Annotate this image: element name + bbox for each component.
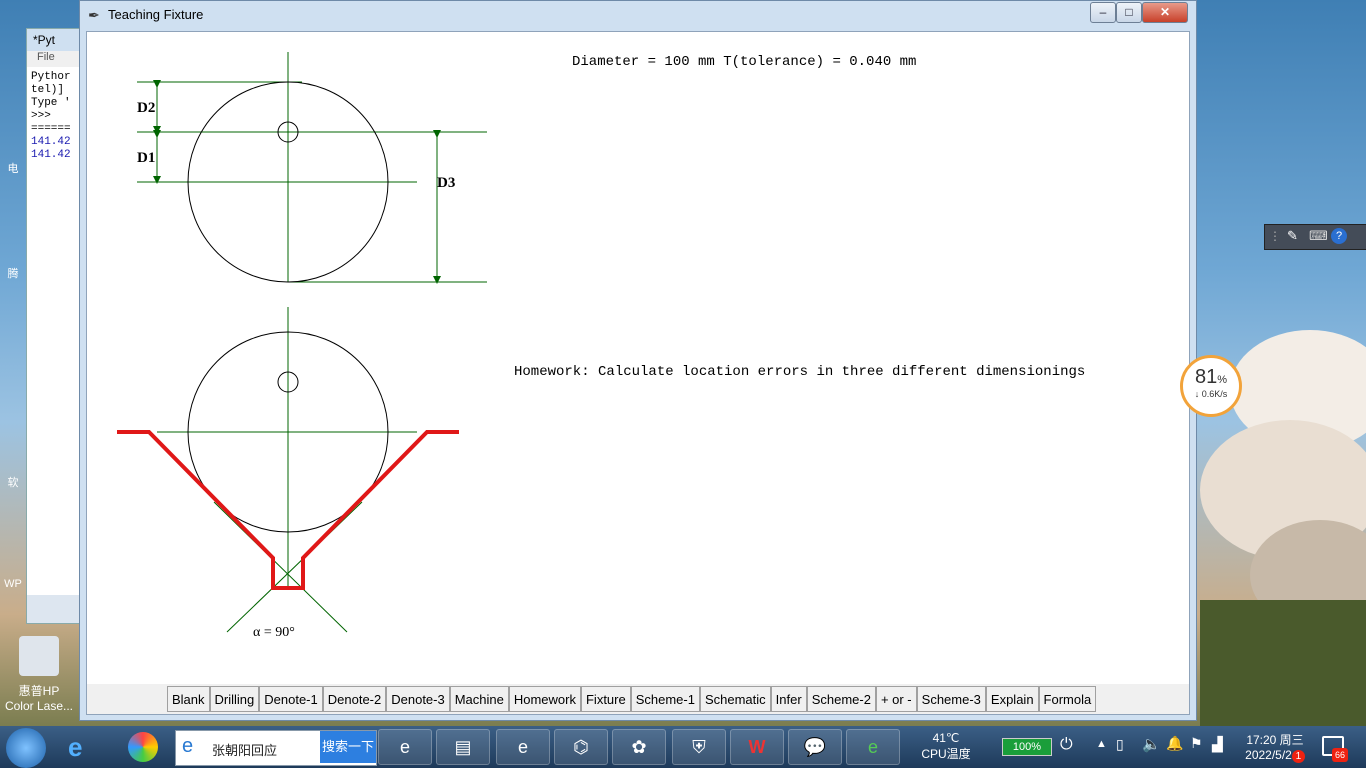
wechat-icon[interactable]: 💬 [788,729,842,765]
button-row: Blank Drilling Denote-1 Denote-2 Denote-… [167,686,1097,712]
scheme-1-button[interactable]: Scheme-1 [630,686,700,712]
note-icon[interactable]: ✎ [1287,228,1298,244]
scheme-2-button[interactable]: Scheme-2 [806,686,876,712]
paint-icon[interactable]: ✿ [612,729,666,765]
window-title: Teaching Fixture [108,7,204,22]
ie-pinned-icon[interactable]: e [378,729,432,765]
cpu-temp-value: 41℃ [932,731,960,745]
desktop-icon-label[interactable]: 软 [0,474,26,490]
close-button[interactable]: ✕ [1142,2,1188,23]
shell-output[interactable]: Pythor tel)] Type ' >>> ====== 141.42 14… [27,67,83,595]
python-icon[interactable]: ⌬ [554,729,608,765]
drilling-button[interactable]: Drilling [209,686,260,712]
start-button[interactable] [6,728,46,768]
fixture-drawing: D2 D1 D3 α = 90° [117,52,487,640]
feather-icon: ✒ [88,7,100,23]
homework-button[interactable]: Homework [508,686,581,712]
help-icon[interactable]: ? [1331,228,1347,244]
gauge-rate: ↓ 0.6K/s [1194,389,1228,399]
v-extension-left [226,501,363,633]
tray-usb-icon[interactable]: ▯ [1116,736,1124,753]
plus-or-minus-button[interactable]: + or - [875,686,917,712]
search-button[interactable]: 搜索一下 [320,731,376,763]
taskbar: e e 张朝阳回应 搜索一下 e ▤ e ⌬ ✿ ⛨ W 💬 e 41℃ CPU… [0,726,1366,768]
printer-label-1: 惠普HP [18,684,60,698]
formola-button[interactable]: Formola [1038,686,1097,712]
schematic-button[interactable]: Schematic [699,686,771,712]
desktop-icon-label[interactable]: 电 [0,160,26,176]
date-badge: 1 [1291,750,1305,763]
cpu-temp[interactable]: 41℃ CPU温度 [916,731,976,762]
label-d3: D3 [437,175,455,191]
homework-text: Homework: Calculate location errors in t… [514,364,1086,380]
label-d1: D1 [137,150,155,166]
power-plug-icon[interactable]: ⏻ [1060,736,1073,754]
fixture-button[interactable]: Fixture [580,686,631,712]
tray-expand-icon[interactable]: ▲ [1096,738,1107,750]
blank-button[interactable]: Blank [167,686,210,712]
search-engine-icon: e [182,735,194,757]
denote-3-button[interactable]: Denote-3 [386,686,450,712]
label-d2: D2 [137,100,155,116]
desktop-icon-label[interactable]: 腾 [0,265,26,281]
drawing-canvas[interactable]: D2 D1 D3 α = 90° Diameter = 100 mm T(tol… [86,31,1190,715]
machine-button[interactable]: Machine [449,686,509,712]
keyboard-icon[interactable]: ⌨ [1309,228,1328,244]
bell-icon[interactable]: 🔔 [1166,735,1183,752]
clock-date: 2022/5/2 1 [1238,748,1312,763]
printer-icon [19,636,59,676]
notification-badge: 66 [1332,748,1348,762]
gauge-percent: 81% [1194,366,1228,388]
shell-title: *Pyt [33,33,56,47]
clock[interactable]: 17:20 周三 2022/5/2 1 [1238,731,1312,763]
denote-1-button[interactable]: Denote-1 [259,686,323,712]
volume-icon[interactable]: 🔈 [1142,735,1161,753]
ie-taskbar-icon[interactable]: e [68,732,82,763]
ie-pinned-icon-2[interactable]: e [496,729,550,765]
battery-indicator[interactable]: 100% [1002,738,1052,756]
explain-button[interactable]: Explain [985,686,1039,712]
cpu-temp-label: CPU温度 [921,747,971,761]
browser-icon[interactable]: e [846,729,900,765]
infer-button[interactable]: Infer [770,686,807,712]
denote-2-button[interactable]: Denote-2 [322,686,387,712]
teaching-fixture-window: ✒ Teaching Fixture – □ ✕ D2 D1 D3 α = 90… [79,0,1197,721]
v-extension-right [213,501,348,633]
diameter-spec: Diameter = 100 mm T(tolerance) = 0.040 m… [572,54,917,70]
shell-menubar: File [27,51,83,67]
desktop-icon-label[interactable]: WP [0,578,26,590]
network-icon[interactable]: ▟ [1212,736,1223,753]
flag-icon[interactable]: ⚑ [1190,735,1203,752]
grip-icon[interactable]: ⋮ [1269,229,1281,243]
python-shell-window[interactable]: *Pyt File Pythor tel)] Type ' >>> ======… [26,28,84,624]
shell-titlebar[interactable]: *Pyt [27,29,83,51]
search-bar[interactable]: e 张朝阳回应 搜索一下 [175,730,377,766]
label-alpha: α = 90° [253,625,295,640]
search-input[interactable]: 张朝阳回应 [212,740,277,759]
wps-icon[interactable]: W [730,729,784,765]
explorer-icon[interactable]: ▤ [436,729,490,765]
button-bar: Blank Drilling Denote-1 Denote-2 Denote-… [87,684,1189,714]
clock-time: 17:20 周三 [1246,733,1304,747]
memory-gauge-widget[interactable]: 81% ↓ 0.6K/s [1180,355,1242,417]
window-titlebar[interactable]: ✒ Teaching Fixture – □ ✕ [80,1,1196,29]
shell-menu-file[interactable]: File [37,51,55,63]
printer-label-2: Color Lase... [4,699,74,713]
printer-desktop-icon[interactable]: 惠普HP Color Lase... [0,636,78,713]
minimize-button[interactable]: – [1090,2,1116,23]
app-taskbar-icon[interactable] [128,732,158,762]
floating-toolbar[interactable]: ⋮ ✎ ⌨ ? [1264,224,1366,250]
maximize-button[interactable]: □ [1116,2,1142,23]
security-shield-icon[interactable]: ⛨ [672,729,726,765]
scheme-3-button[interactable]: Scheme-3 [916,686,986,712]
